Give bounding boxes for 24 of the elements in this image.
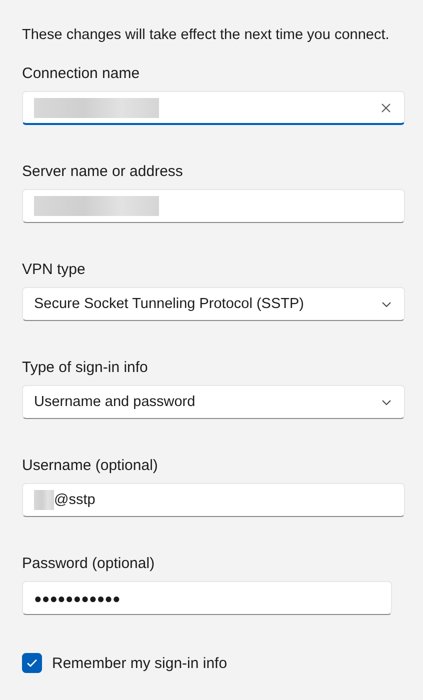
field-label: Password (optional)	[22, 555, 156, 572]
field-label: Connection name	[22, 65, 141, 82]
dropdown[interactable]: Username and password	[22, 385, 405, 419]
text-field[interactable]: @sstp	[22, 483, 405, 517]
dropdown-value: Secure Socket Tunneling Protocol (SSTP)	[34, 296, 304, 312]
text-field[interactable]	[22, 189, 405, 223]
notice-text: These changes will take effect the next time you connect.	[22, 27, 390, 43]
checkmark-icon	[26, 658, 38, 668]
password-dots: ●●●●●●●●●●●	[34, 590, 120, 606]
field-label: VPN type	[22, 261, 86, 278]
chevron-down-icon	[382, 302, 391, 306]
field-label: Type of sign-in info	[22, 359, 149, 376]
password-field[interactable]: ●●●●●●●●●●●	[22, 581, 392, 615]
checkbox-label: Remember my sign-in info	[52, 654, 228, 672]
dropdown-value: Username and password	[34, 394, 196, 410]
checkbox[interactable]	[22, 653, 42, 673]
chevron-down-icon	[382, 400, 391, 404]
dropdown[interactable]: Secure Socket Tunneling Protocol (SSTP)	[22, 287, 405, 321]
text-field[interactable]	[22, 91, 405, 125]
clear-icon[interactable]	[381, 102, 391, 112]
redacted-text	[34, 490, 54, 510]
field-label: Username (optional)	[22, 457, 159, 474]
field-value: @sstp	[54, 492, 96, 508]
field-label: Server name or address	[22, 163, 184, 180]
